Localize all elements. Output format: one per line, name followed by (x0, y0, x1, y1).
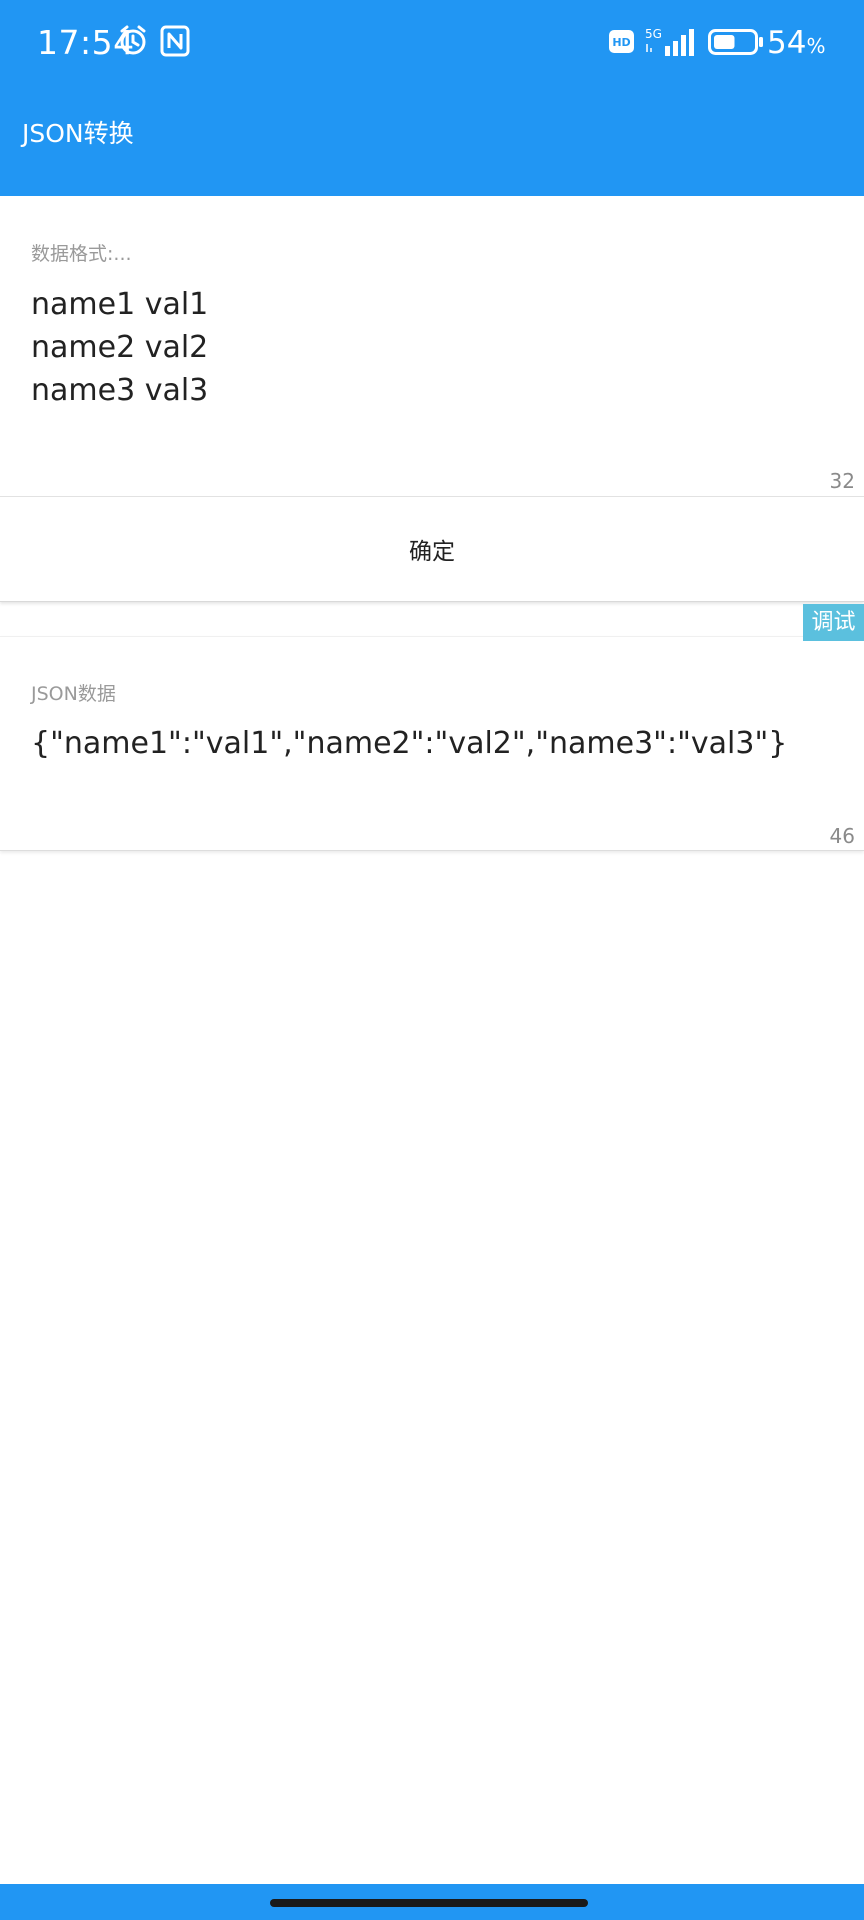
status-bar: 17:54 HD 5G 54% (0, 0, 864, 86)
output-label: JSON数据 (31, 683, 116, 705)
output-char-counter: 46 (829, 824, 855, 848)
data-input-field[interactable]: name1 val1 name2 val2 name3 val3 (31, 283, 208, 412)
signal-icon: 5G (645, 27, 694, 56)
alarm-icon (120, 25, 146, 55)
input-label: 数据格式:... (31, 243, 132, 265)
battery-icon (708, 29, 763, 55)
page-title: JSON转换 (22, 119, 134, 148)
nfc-icon (160, 25, 190, 57)
json-convert-screen: 17:54 HD 5G 54% JSON转换 数据格式:... name1 va… (0, 0, 864, 1920)
navigation-bar (0, 1884, 864, 1920)
hd-icon: HD (609, 30, 634, 53)
header: 17:54 HD 5G 54% JSON转换 (0, 0, 864, 196)
svg-text:5G: 5G (645, 27, 662, 41)
json-output-field[interactable]: {"name1":"val1","name2":"val2","name3":"… (31, 722, 787, 765)
debug-button[interactable]: 调试 (803, 604, 864, 641)
input-char-counter: 32 (829, 469, 855, 493)
confirm-button[interactable]: 确定 (0, 497, 864, 602)
battery-percent: 54% (767, 25, 826, 61)
home-indicator[interactable] (270, 1899, 588, 1907)
svg-text:HD: HD (612, 36, 630, 49)
